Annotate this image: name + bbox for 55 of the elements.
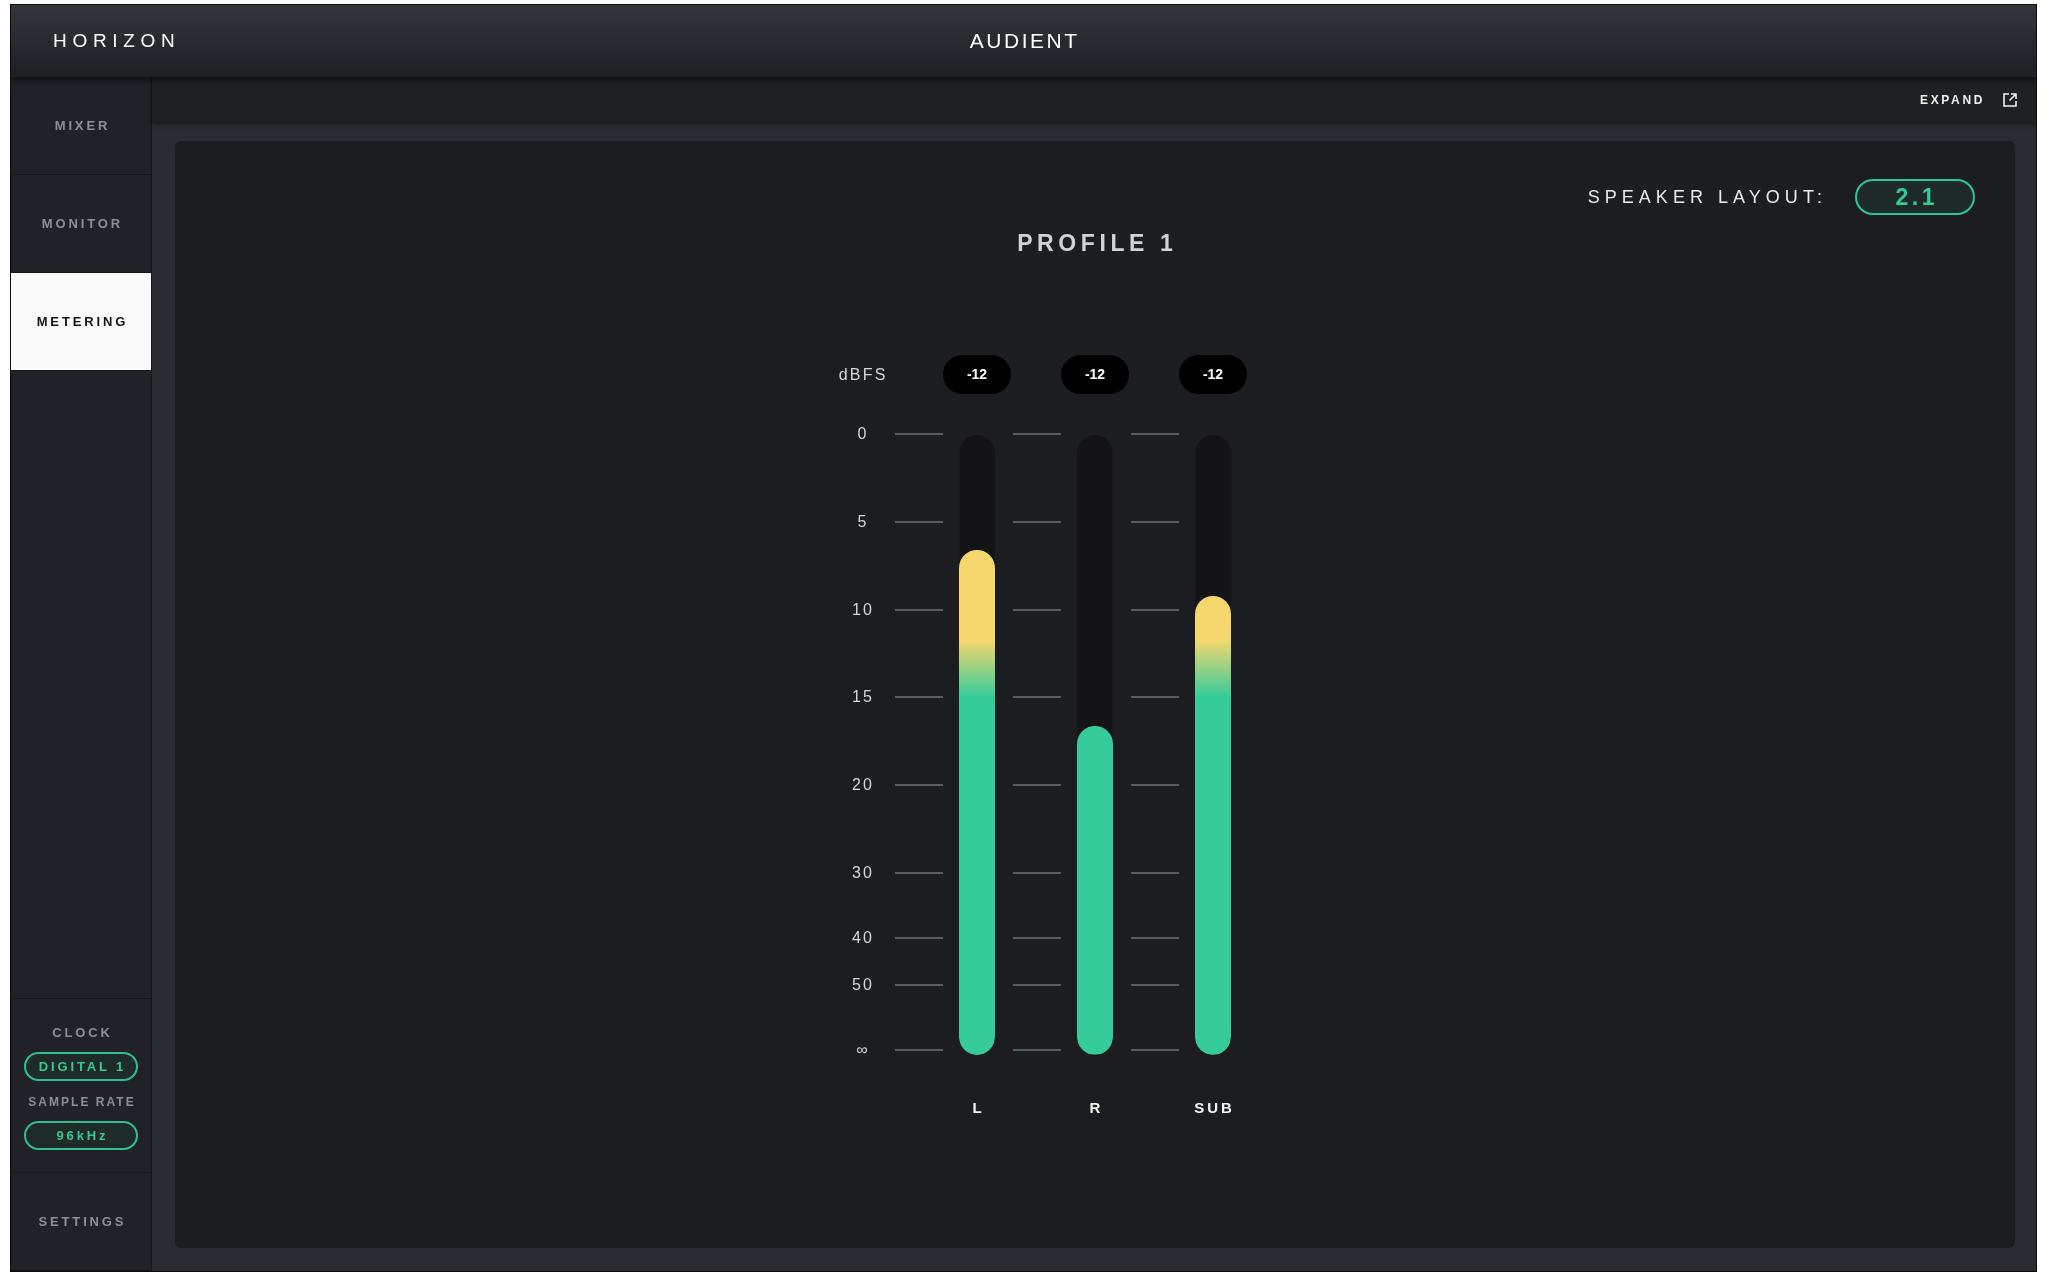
speaker-layout-selector[interactable]: 2.1 xyxy=(1855,179,1975,215)
scale-label: 40 xyxy=(850,928,875,948)
unit-label: dBFS xyxy=(837,364,888,385)
tick-mark xyxy=(1131,984,1179,986)
peak-reading: -12 xyxy=(1179,355,1247,394)
scale-label: 0 xyxy=(856,424,869,444)
tick-mark xyxy=(1013,937,1061,939)
tick-mark xyxy=(1131,696,1179,698)
tick-mark xyxy=(1013,433,1061,435)
clock-selector[interactable]: DIGITAL 1 xyxy=(24,1052,138,1081)
peak-reading: -12 xyxy=(1061,355,1129,394)
tick-mark xyxy=(1131,1049,1179,1051)
tick-mark xyxy=(895,984,943,986)
tick-mark xyxy=(1131,609,1179,611)
peak-reading: -12 xyxy=(943,355,1011,394)
tick-mark xyxy=(1131,784,1179,786)
app-title: HORIZON xyxy=(52,28,181,53)
tick-mark xyxy=(1013,784,1061,786)
scale-label: 20 xyxy=(850,775,875,795)
channel-label: L xyxy=(971,1097,985,1118)
tick-mark xyxy=(1131,521,1179,523)
scale-label: ∞ xyxy=(855,1040,870,1060)
scale-label: 5 xyxy=(856,512,869,532)
scale-label: 30 xyxy=(850,863,875,883)
tick-mark xyxy=(1131,937,1179,939)
tick-mark xyxy=(1013,521,1061,523)
tick-mark xyxy=(1131,872,1179,874)
scale-label: 15 xyxy=(850,687,875,707)
expand-button[interactable]: EXPAND xyxy=(1920,90,2017,109)
tick-mark xyxy=(895,696,943,698)
tick-mark xyxy=(1013,609,1061,611)
tick-mark xyxy=(895,521,943,523)
scale-label: 10 xyxy=(850,600,875,620)
sample-rate-selector[interactable]: 96kHz xyxy=(24,1121,138,1150)
tick-mark xyxy=(1013,696,1061,698)
sidebar-item[interactable]: METERING xyxy=(11,273,151,371)
profile-title: PROFILE 1 xyxy=(1016,229,1178,258)
tick-mark xyxy=(895,1049,943,1051)
tick-mark xyxy=(895,784,943,786)
tick-mark xyxy=(895,433,943,435)
tick-mark xyxy=(895,609,943,611)
sample-rate-label: SAMPLE RATE xyxy=(27,1094,136,1110)
speaker-layout-label: SPEAKER LAYOUT: xyxy=(1587,185,1827,209)
scale-label: 50 xyxy=(850,975,875,995)
tick-mark xyxy=(895,872,943,874)
tick-mark xyxy=(1013,1049,1061,1051)
tick-mark xyxy=(895,937,943,939)
channel-label: SUB xyxy=(1193,1097,1235,1118)
tick-mark xyxy=(1013,984,1061,986)
tick-mark xyxy=(1131,433,1179,435)
channel-label: R xyxy=(1088,1097,1104,1118)
external-link-icon xyxy=(2003,92,2017,107)
tick-mark xyxy=(1013,872,1061,874)
brand-name: AUDIENT xyxy=(968,28,1080,55)
clock-label: CLOCK xyxy=(51,1025,113,1041)
